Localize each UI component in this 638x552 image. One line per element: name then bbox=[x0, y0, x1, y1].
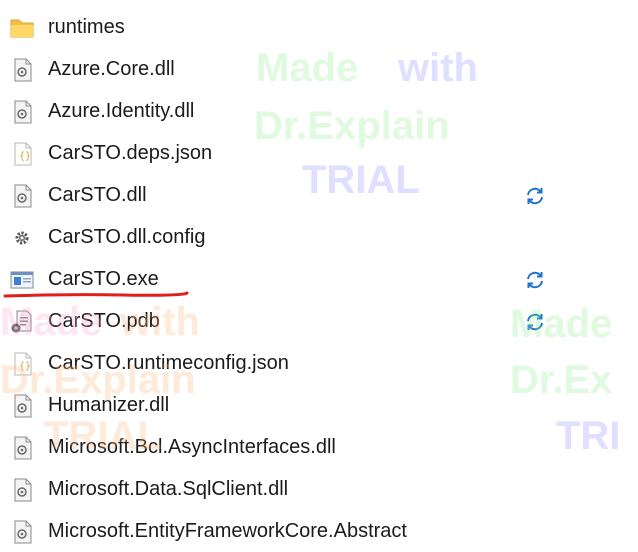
file-name: Microsoft.Bcl.AsyncInterfaces.dll bbox=[48, 436, 336, 458]
list-item-runtimes[interactable]: runtimes bbox=[0, 6, 638, 48]
svg-text:{}: {} bbox=[19, 361, 31, 372]
list-item-humanizer-dll[interactable]: Humanizer.dll bbox=[0, 384, 638, 426]
list-item-azure-identity-dll[interactable]: Azure.Identity.dll bbox=[0, 90, 638, 132]
svg-text:{}: {} bbox=[19, 151, 31, 162]
list-item-microsoft-entityframeworkcore-abstract[interactable]: Microsoft.EntityFrameworkCore.Abstract bbox=[0, 510, 638, 552]
file-name: CarSTO.runtimeconfig.json bbox=[48, 352, 289, 374]
sync-icon bbox=[527, 187, 543, 205]
exe-file-icon bbox=[10, 271, 34, 289]
dll-file-icon bbox=[14, 436, 32, 460]
file-name: runtimes bbox=[48, 16, 125, 38]
sync-icon bbox=[527, 313, 543, 331]
file-name: Azure.Identity.dll bbox=[48, 100, 195, 122]
list-item-microsoft-bcl-asyncinterfaces-dll[interactable]: Microsoft.Bcl.AsyncInterfaces.dll bbox=[0, 426, 638, 468]
list-item-carsto-dll[interactable]: CarSTO.dll bbox=[0, 174, 638, 216]
red-underline-annotation bbox=[3, 291, 189, 298]
file-name: CarSTO.pdb bbox=[48, 310, 160, 332]
list-item-carsto-deps-json[interactable]: {} CarSTO.deps.json bbox=[0, 132, 638, 174]
dll-file-icon bbox=[14, 100, 32, 124]
file-name: Microsoft.EntityFrameworkCore.Abstract bbox=[48, 520, 407, 542]
pdb-file-icon bbox=[11, 310, 32, 333]
list-item-carsto-runtimeconfig-json[interactable]: {} CarSTO.runtimeconfig.json bbox=[0, 342, 638, 384]
list-item-microsoft-data-sqlclient-dll[interactable]: Microsoft.Data.SqlClient.dll bbox=[0, 468, 638, 510]
file-name: CarSTO.dll bbox=[48, 184, 147, 206]
folder-icon bbox=[10, 19, 34, 38]
dll-file-icon bbox=[14, 478, 32, 502]
file-name: Humanizer.dll bbox=[48, 394, 170, 416]
list-item-carsto-dll-config[interactable]: CarSTO.dll.config bbox=[0, 216, 638, 258]
file-name: CarSTO.deps.json bbox=[48, 142, 213, 164]
dll-file-icon bbox=[14, 58, 32, 82]
list-item-azure-core-dll[interactable]: Azure.Core.dll bbox=[0, 48, 638, 90]
dll-file-icon bbox=[14, 520, 32, 544]
file-name: Microsoft.Data.SqlClient.dll bbox=[48, 478, 289, 500]
list-item-carsto-pdb[interactable]: CarSTO.pdb bbox=[0, 300, 638, 342]
file-name: CarSTO.dll.config bbox=[48, 226, 206, 248]
dll-file-icon bbox=[14, 394, 32, 418]
file-name: Azure.Core.dll bbox=[48, 58, 175, 80]
dll-file-icon bbox=[14, 184, 32, 208]
json-file-icon: {} bbox=[14, 142, 32, 166]
file-name: CarSTO.exe bbox=[48, 268, 159, 290]
config-file-icon bbox=[15, 231, 29, 245]
file-list: runtimes Azure.Core.dll Azure.Identity.d… bbox=[0, 6, 638, 552]
json-file-icon: {} bbox=[14, 352, 32, 376]
sync-icon bbox=[527, 271, 543, 289]
